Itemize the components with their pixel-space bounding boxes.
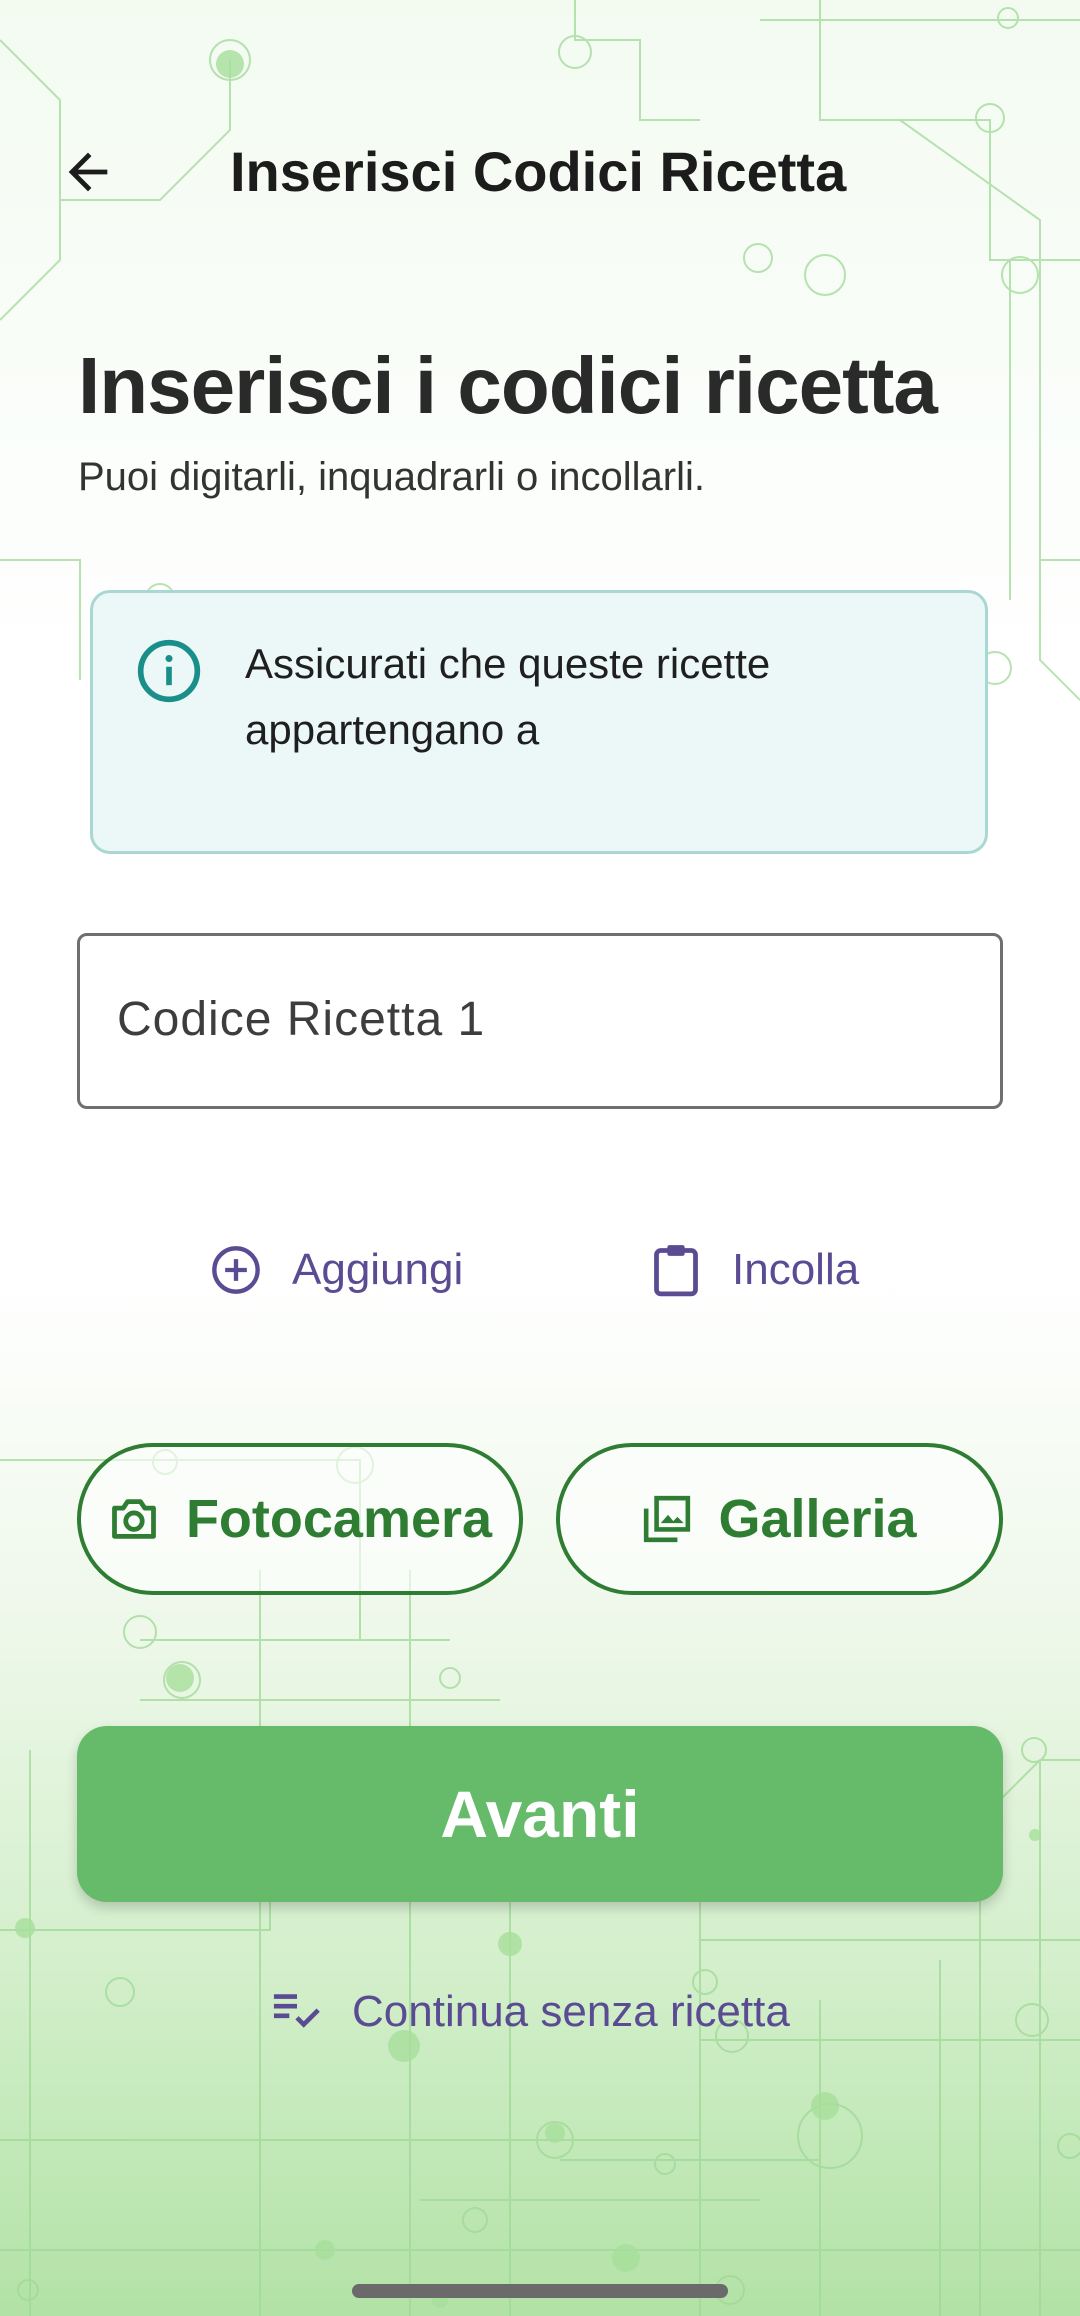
skip-label: Continua senza ricetta [352, 1987, 790, 2036]
playlist-check-icon [273, 1994, 320, 2028]
add-code-button[interactable]: Aggiungi [210, 1230, 463, 1310]
next-button[interactable]: Avanti [77, 1726, 1003, 1902]
continue-without-prescription-button[interactable]: Continua senza ricetta [272, 1972, 790, 2052]
paste-label: Incolla [732, 1245, 860, 1294]
add-circle-icon [212, 1246, 260, 1294]
camera-button[interactable]: Fotocamera [77, 1443, 523, 1595]
info-card: Assicurati che queste ricette appartenga… [90, 590, 988, 854]
prescription-code-field[interactable]: Codice Ricetta 1 [77, 933, 1003, 1109]
camera-label: Fotocamera [185, 1489, 493, 1549]
home-indicator[interactable] [352, 2284, 728, 2298]
page-subtitle: Puoi digitarli, inquadrarli o incollarli… [78, 455, 705, 499]
info-icon [137, 639, 201, 703]
add-label: Aggiungi [292, 1245, 464, 1294]
app-bar: Inserisci Codici Ricetta [0, 110, 1080, 220]
gallery-button[interactable]: Galleria [556, 1443, 1003, 1595]
app-bar-title: Inserisci Codici Ricetta [230, 140, 847, 203]
clipboard-icon [654, 1245, 698, 1297]
camera-icon [112, 1499, 156, 1539]
info-text: Assicurati che queste ricette appartenga… [245, 640, 771, 753]
gallery-icon [644, 1495, 691, 1543]
page-title: Inserisci i codici ricetta [78, 341, 938, 430]
code-field-label: Codice Ricetta 1 [117, 993, 486, 1046]
back-button[interactable] [48, 132, 128, 212]
paste-button[interactable]: Incolla [650, 1230, 859, 1310]
gallery-label: Galleria [718, 1489, 917, 1549]
arrow-back-icon [68, 152, 108, 192]
